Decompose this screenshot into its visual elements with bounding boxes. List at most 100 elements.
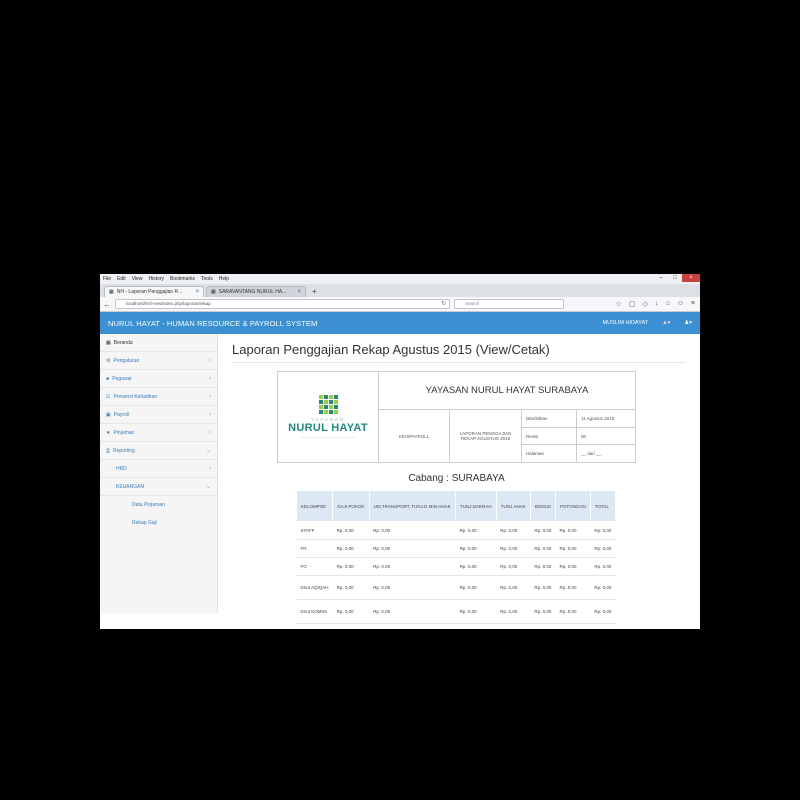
meta-row: Revisi 00 [522, 427, 635, 446]
sidebar-item-label: Presensi Kehadiran [113, 393, 158, 400]
sidebar-item-data-pinjaman[interactable]: Data Pinjaman [100, 496, 217, 514]
menu-history[interactable]: History [148, 276, 164, 282]
chevron-down-icon: ⌄ [205, 484, 211, 490]
sidebar: ▦ Beranda ⚙ Pengaturan ‹ ♣ Pegawai ‹ ☑ P… [100, 334, 218, 613]
star-icon: ★ [106, 429, 111, 436]
reload-icon[interactable]: ↻ [441, 300, 446, 308]
sidebar-item-label: Pegawai [112, 375, 132, 382]
cell-value: Rp. 0,00 [530, 557, 556, 576]
tab-label: NH - Laporan Penggajian R... [116, 289, 183, 295]
tab-close-icon[interactable]: × [297, 287, 301, 297]
col-tunj-daerah: TUNJ.DAERAH [455, 490, 497, 522]
sidebar-item-label: HRD [116, 465, 127, 472]
chevron-left-icon: ‹ [209, 465, 211, 472]
user-name[interactable]: MUSLIM HIDAYAT [603, 320, 649, 326]
money-icon: ▣ [106, 411, 111, 418]
pocket-icon[interactable]: ◇ [643, 300, 648, 308]
user-menu-icon[interactable]: ♟▾ [684, 320, 692, 326]
col-tunj-anak: TUNJ.ANAK [495, 490, 531, 522]
browser-tab-laporan[interactable]: ▦ NH - Laporan Penggajian R... × [104, 286, 204, 297]
doc-title-cell: LAPORAN PENGGAJIAN REKAP AGUSTUS 2015 [450, 410, 522, 462]
logo-mark-icon [318, 395, 338, 414]
sidebar-item-label: Pengaturan [113, 357, 140, 364]
dashboard-icon: ▦ [106, 339, 111, 346]
favicon-icon: ▦ [109, 289, 114, 295]
cell-value: Rp. 0,00 [590, 599, 616, 624]
cell-kelompok: Dirut KOMISI [296, 599, 333, 624]
cell-value: Rp. 0,00 [455, 521, 497, 540]
sidebar-item-presensi[interactable]: ☑ Presensi Kehadiran ‹ [100, 388, 217, 406]
menu-file[interactable]: File [103, 276, 111, 282]
cell-value: Rp. 0,00 [369, 539, 456, 558]
menu-tools[interactable]: Tools [201, 276, 213, 282]
minimize-icon[interactable]: – [654, 274, 668, 282]
cell-value: Rp. 0,00 [496, 539, 531, 558]
sidebar-item-hrd[interactable]: HRD ‹ [100, 460, 217, 478]
table-row: Dirut KOMISI Rp. 0,00 Rp. 0,00 Rp. 0,00 Rp. … [296, 599, 616, 624]
cell-value: Rp. 0,00 [590, 557, 616, 576]
star-bookmark-icon[interactable]: ☆ [616, 300, 622, 308]
url-bar[interactable]: localhost/hrd-new/index.php/laporan/reka… [115, 299, 450, 309]
search-input[interactable]: Search [454, 299, 564, 309]
chevron-left-icon: ‹ [209, 357, 211, 364]
favicon-icon: ▦ [211, 289, 216, 295]
cell-value: Rp. 0,00 [590, 539, 616, 558]
browser-window: File Edit View History Bookmarks Tools H… [100, 274, 700, 629]
sidebar-item-pegawai[interactable]: ♣ Pegawai ‹ [100, 370, 217, 388]
chevron-left-icon: ‹ [209, 429, 211, 436]
cell-value: Rp. 0,00 [369, 575, 456, 600]
cell-value: Rp. 0,00 [496, 557, 531, 576]
app-title[interactable]: NURUL HAYAT - HUMAN RESOURCE & PAYROLL S… [108, 319, 317, 328]
home-icon[interactable]: ⌂ [666, 300, 670, 308]
download-icon[interactable]: ↓ [655, 300, 659, 308]
browser-tab-second[interactable]: ▦ SARAVANTANG NURUL HA... × [206, 286, 306, 297]
sidebar-item-label: Payroll [113, 411, 130, 418]
menu-view[interactable]: View [132, 276, 143, 282]
chevron-down-icon: ⌄ [205, 448, 211, 454]
notification-icon[interactable]: ▲▾ [662, 320, 670, 326]
new-tab-icon[interactable]: + [308, 286, 321, 297]
cell-value: Rp. 0,00 [455, 539, 497, 558]
menu-help[interactable]: Help [219, 276, 229, 282]
sidebar-item-reporting[interactable]: ⎙ Reporting ⌄ [100, 442, 217, 460]
clipboard-icon[interactable]: ▢ [629, 300, 636, 308]
sync-icon[interactable]: ☺ [677, 300, 684, 308]
back-icon[interactable]: ← [103, 300, 111, 309]
tab-close-icon[interactable]: × [195, 287, 199, 297]
url-text: localhost/hrd-new/index.php/laporan/reka… [126, 301, 211, 306]
sidebar-item-label: Beranda [113, 339, 133, 346]
main-content: Laporan Penggajian Rekap Agustus 2015 (V… [218, 334, 700, 624]
cell-value: Rp. 0,00 [332, 557, 370, 576]
cell-kelompok: Dirut AQIQAH [296, 575, 333, 600]
report-header: YAYASAN NURUL HAYAT ....................… [277, 371, 636, 463]
sidebar-item-rekap-gaji[interactable]: Rekap Gaji [100, 514, 217, 532]
meta-key: Halaman [522, 445, 577, 463]
col-kelompok: KELOMPOK [295, 490, 334, 522]
dept-cell: KEU/PAYROLL [379, 410, 450, 462]
cell-value: Rp. 0,00 [530, 539, 556, 558]
cell-value: Rp. 0,00 [555, 575, 591, 600]
sidebar-item-pinjaman[interactable]: ★ Pinjaman ‹ [100, 424, 217, 442]
users-icon: ♣ [106, 375, 110, 382]
maximize-icon[interactable]: □ [668, 274, 682, 282]
sidebar-item-pengaturan[interactable]: ⚙ Pengaturan ‹ [100, 352, 217, 370]
cell-value: Rp. 0,00 [369, 557, 456, 576]
sidebar-item-label: KEUANGAN [116, 483, 145, 490]
sidebar-item-beranda[interactable]: ▦ Beranda [100, 334, 217, 352]
chevron-left-icon: ‹ [209, 375, 211, 382]
col-bonus: BONUS [529, 490, 557, 522]
col-gaji-pokok: GAJI POKOK [332, 490, 370, 522]
menu-edit[interactable]: Edit [117, 276, 126, 282]
menu-bookmarks[interactable]: Bookmarks [170, 276, 195, 282]
sidebar-item-label: Reporting [113, 447, 135, 454]
close-icon[interactable]: × [682, 274, 700, 282]
sidebar-item-payroll[interactable]: ▣ Payroll ‹ [100, 406, 217, 424]
cell-kelompok: STAFF [296, 521, 333, 540]
cell-value: Rp. 0,00 [332, 599, 370, 624]
cell-value: Rp. 0,00 [530, 521, 556, 540]
logo-name: NURUL HAYAT [288, 422, 368, 434]
hamburger-menu-icon[interactable]: ≡ [691, 300, 695, 308]
meta-value: 11 Agustus 2015 [581, 415, 615, 421]
sidebar-item-keuangan[interactable]: KEUANGAN ⌄ [100, 478, 217, 496]
meta-key: Revisi [522, 427, 577, 445]
